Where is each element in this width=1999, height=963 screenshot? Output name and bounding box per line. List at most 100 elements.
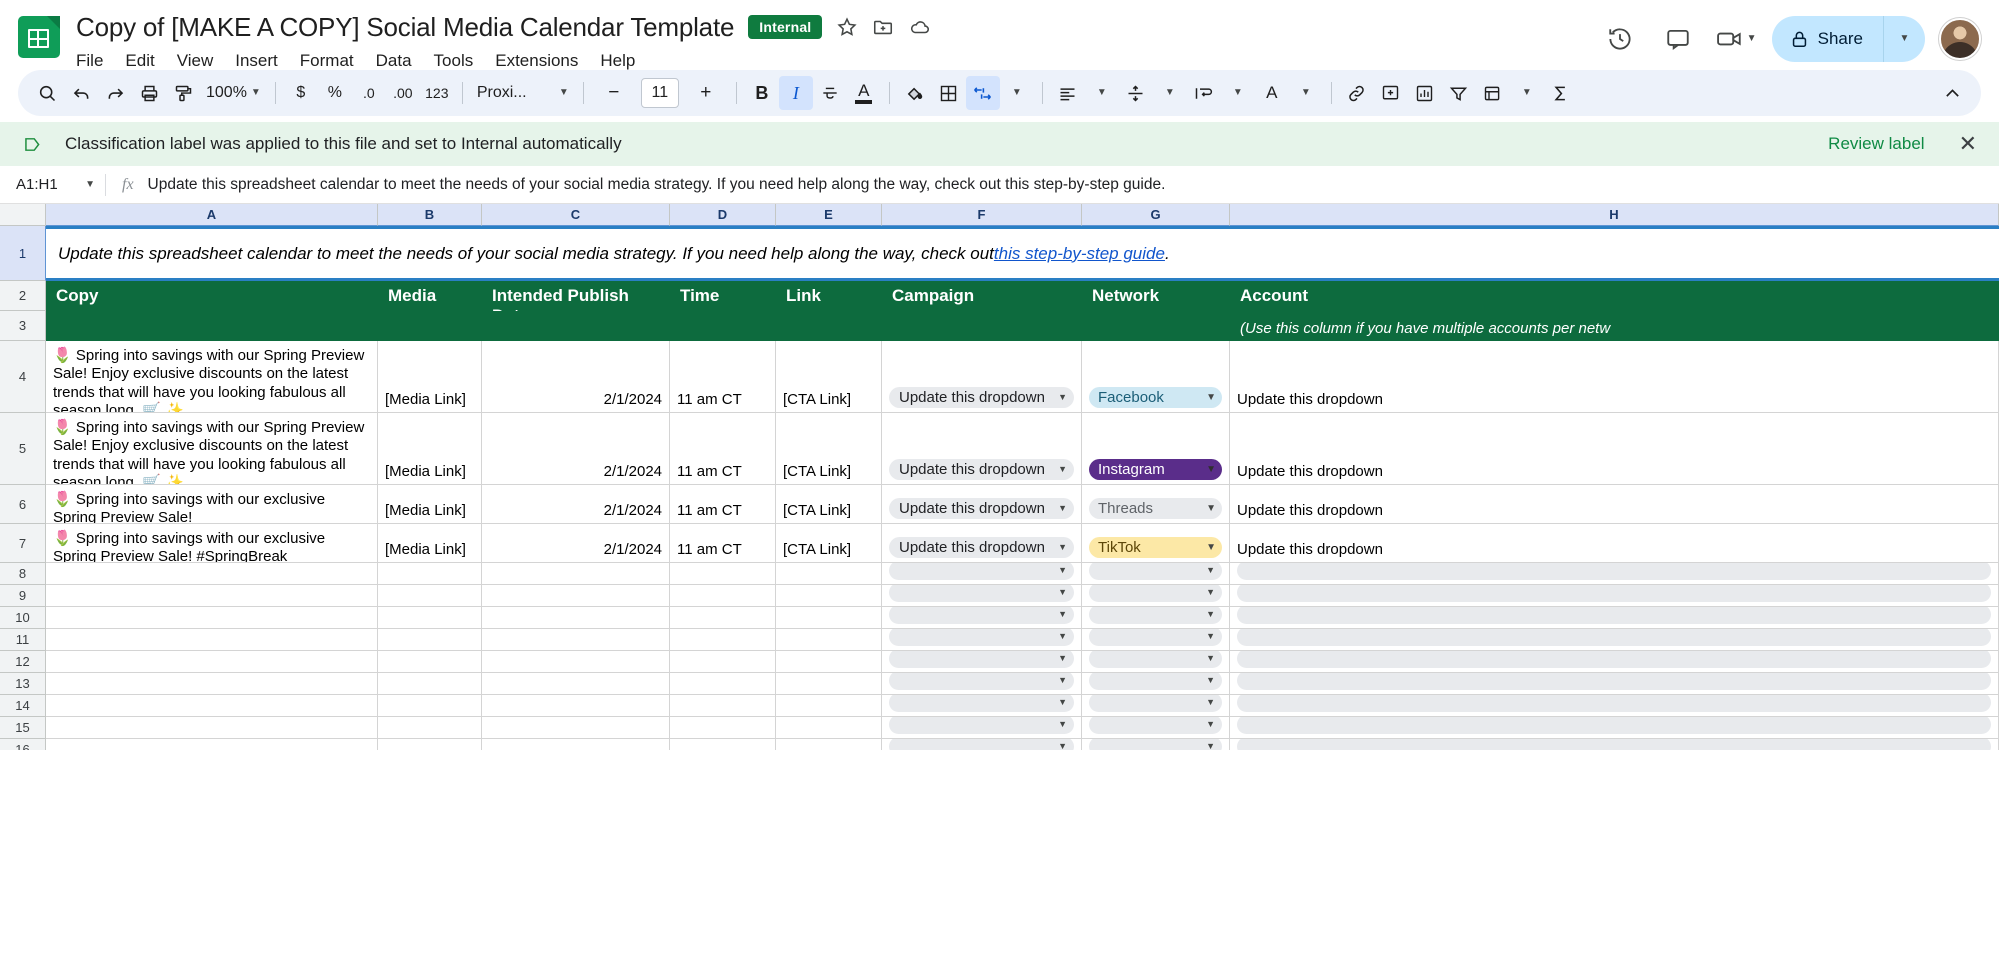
meet-camera-button[interactable]: ▼: [1714, 17, 1758, 61]
cell-copy[interactable]: [46, 695, 378, 717]
strikethrough-button[interactable]: [813, 76, 847, 110]
campaign-dropdown[interactable]: Update this dropdown▼: [889, 459, 1074, 480]
cell-campaign[interactable]: ▼: [882, 607, 1082, 629]
cell-date[interactable]: [482, 585, 670, 607]
bold-button[interactable]: B: [745, 76, 779, 110]
cell-copy[interactable]: [46, 651, 378, 673]
row-header-16[interactable]: 16: [0, 739, 46, 750]
cell-time[interactable]: [670, 651, 776, 673]
cell-campaign[interactable]: Update this dropdown▼: [882, 413, 1082, 485]
cell-date[interactable]: 2/1/2024: [482, 485, 670, 524]
cell-copy[interactable]: [46, 717, 378, 739]
campaign-dropdown[interactable]: ▼: [889, 717, 1074, 734]
cell-copy[interactable]: 🌷 Spring into savings with our exclusive…: [46, 524, 378, 563]
cell-copy[interactable]: 🌷 Spring into savings with our Spring Pr…: [46, 413, 378, 485]
paint-format-icon[interactable]: [166, 76, 200, 110]
cell-time[interactable]: 11 am CT: [670, 524, 776, 563]
network-dropdown[interactable]: ▼: [1089, 717, 1222, 734]
account-dropdown[interactable]: [1237, 629, 1991, 646]
column-header-h[interactable]: H: [1230, 204, 1999, 226]
row-header-5[interactable]: 5: [0, 413, 46, 485]
campaign-dropdown[interactable]: ▼: [889, 629, 1074, 646]
network-dropdown[interactable]: ▼: [1089, 739, 1222, 750]
close-icon[interactable]: ✕: [1959, 133, 1977, 155]
cell-media[interactable]: [Media Link]: [378, 341, 482, 413]
cell-media[interactable]: [378, 717, 482, 739]
row-header-8[interactable]: 8: [0, 563, 46, 585]
cell-link[interactable]: [776, 563, 882, 585]
menu-view[interactable]: View: [166, 48, 225, 74]
cell-account[interactable]: [1230, 607, 1999, 629]
cell-network[interactable]: ▼: [1082, 629, 1230, 651]
cell-link[interactable]: [776, 673, 882, 695]
insert-comment-icon[interactable]: [1374, 76, 1408, 110]
cell-media[interactable]: [378, 695, 482, 717]
insert-link-icon[interactable]: [1340, 76, 1374, 110]
cell-media[interactable]: [378, 651, 482, 673]
horizontal-align-icon[interactable]: [1051, 76, 1085, 110]
share-button[interactable]: Share: [1772, 16, 1883, 62]
row-header-15[interactable]: 15: [0, 717, 46, 739]
cell-date[interactable]: 2/1/2024: [482, 524, 670, 563]
account-dropdown[interactable]: [1237, 607, 1991, 624]
text-rotation-icon[interactable]: A: [1255, 76, 1289, 110]
move-to-folder-icon[interactable]: [872, 16, 894, 38]
cell-campaign[interactable]: ▼: [882, 717, 1082, 739]
cell-date[interactable]: [482, 717, 670, 739]
decrease-font-size-button[interactable]: −: [597, 76, 631, 110]
cell-copy[interactable]: [46, 607, 378, 629]
functions-sigma-icon[interactable]: [1544, 76, 1578, 110]
cell-network[interactable]: ▼: [1082, 651, 1230, 673]
cell-media[interactable]: [378, 673, 482, 695]
cell-date[interactable]: [482, 673, 670, 695]
cell-time[interactable]: [670, 563, 776, 585]
row-header-3[interactable]: 3: [0, 311, 46, 341]
network-dropdown[interactable]: ▼: [1089, 651, 1222, 668]
row-header-13[interactable]: 13: [0, 673, 46, 695]
cell-copy[interactable]: [46, 629, 378, 651]
cell-link[interactable]: [776, 607, 882, 629]
drive-status-cloud-icon[interactable]: [908, 16, 932, 38]
text-rotation-caret[interactable]: ▼: [1289, 76, 1323, 110]
cell-copy[interactable]: [46, 673, 378, 695]
cell-network[interactable]: TikTok▼: [1082, 524, 1230, 563]
cell-network[interactable]: Instagram▼: [1082, 413, 1230, 485]
cell-campaign[interactable]: ▼: [882, 585, 1082, 607]
select-all-corner[interactable]: [0, 204, 46, 226]
campaign-dropdown[interactable]: Update this dropdown▼: [889, 498, 1074, 519]
campaign-dropdown[interactable]: ▼: [889, 607, 1074, 624]
share-dropdown-button[interactable]: ▼: [1883, 16, 1925, 62]
vertical-align-caret[interactable]: ▼: [1153, 76, 1187, 110]
cell-account[interactable]: Update this dropdown: [1230, 413, 1999, 485]
cell-campaign[interactable]: ▼: [882, 563, 1082, 585]
row-header-11[interactable]: 11: [0, 629, 46, 651]
row-header-4[interactable]: 4: [0, 341, 46, 413]
cell-media[interactable]: [Media Link]: [378, 413, 482, 485]
cell-time[interactable]: [670, 717, 776, 739]
cell-time[interactable]: 11 am CT: [670, 413, 776, 485]
search-icon[interactable]: [30, 76, 64, 110]
text-color-button[interactable]: A: [847, 76, 881, 110]
cell-account[interactable]: Update this dropdown: [1230, 341, 1999, 413]
cell-time[interactable]: 11 am CT: [670, 341, 776, 413]
row-header-10[interactable]: 10: [0, 607, 46, 629]
cell-link[interactable]: [776, 695, 882, 717]
cell-link[interactable]: [CTA Link]: [776, 485, 882, 524]
campaign-dropdown[interactable]: ▼: [889, 673, 1074, 690]
cell-link[interactable]: [CTA Link]: [776, 341, 882, 413]
cell-network[interactable]: ▼: [1082, 717, 1230, 739]
cell-account[interactable]: [1230, 673, 1999, 695]
cell-time[interactable]: [670, 629, 776, 651]
formula-input[interactable]: Update this spreadsheet calendar to meet…: [148, 176, 1166, 194]
row-header-1[interactable]: 1: [0, 226, 46, 281]
fill-color-icon[interactable]: [898, 76, 932, 110]
account-dropdown[interactable]: [1237, 717, 1991, 734]
text-wrapping-icon[interactable]: [1187, 76, 1221, 110]
row-header-12[interactable]: 12: [0, 651, 46, 673]
campaign-dropdown[interactable]: ▼: [889, 651, 1074, 668]
filter-views-icon[interactable]: [1476, 76, 1510, 110]
network-chip[interactable]: Facebook▼: [1089, 387, 1222, 408]
account-dropdown[interactable]: [1237, 739, 1991, 750]
review-label-button[interactable]: Review label: [1828, 134, 1924, 154]
menu-file[interactable]: File: [76, 48, 114, 74]
